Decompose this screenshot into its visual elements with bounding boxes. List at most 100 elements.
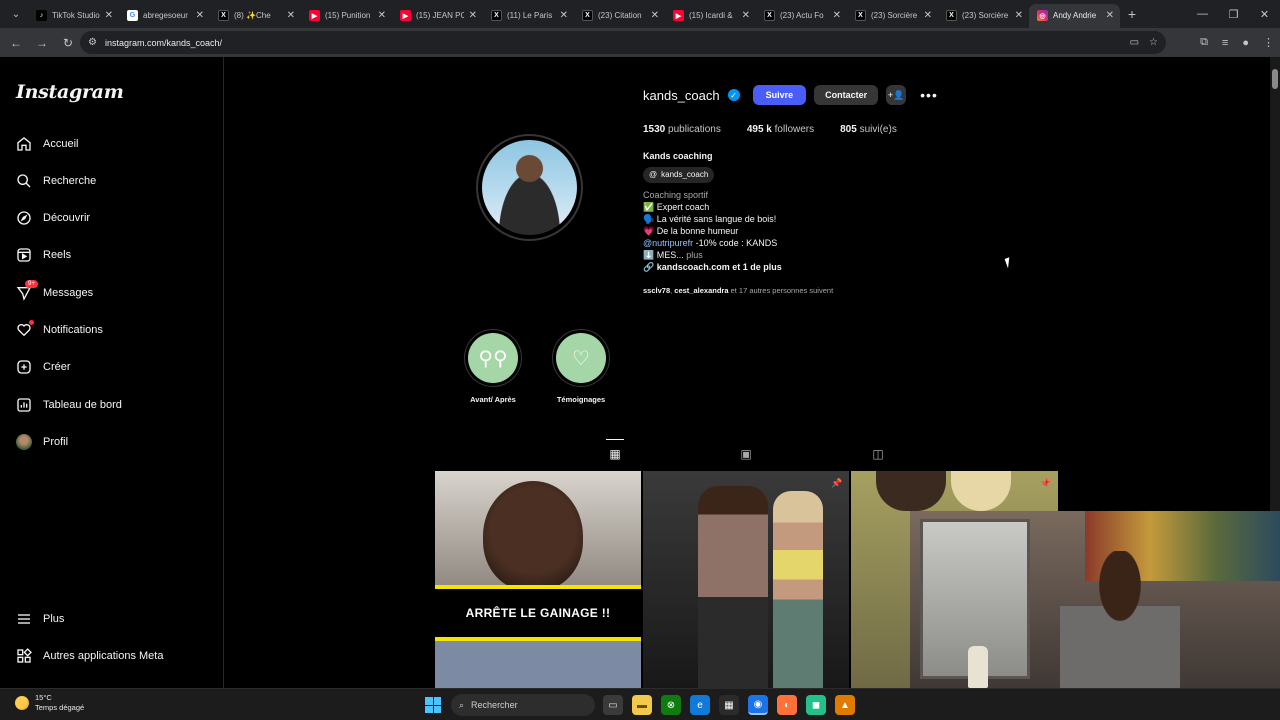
more-options-icon[interactable]: •••	[920, 87, 938, 103]
close-window-icon[interactable]: ✕	[1249, 0, 1280, 28]
sidebar-item-tableau-de-bord[interactable]: Tableau de bord	[16, 393, 122, 417]
xbox-icon[interactable]: ⊗	[661, 695, 681, 715]
follow-button[interactable]: Suivre	[752, 85, 807, 105]
sidebar-item-accueil[interactable]: Accueil	[16, 132, 78, 156]
minimize-icon[interactable]: —	[1187, 0, 1218, 28]
tab-search-icon[interactable]: ⌄	[4, 3, 28, 25]
close-tab-icon[interactable]: ✕	[469, 10, 477, 21]
browser-tab[interactable]: ▶ (15) JEAN PC ✕	[392, 4, 483, 28]
forward-icon[interactable]: →	[30, 31, 54, 55]
profile-stats: 1530 publications 495 k followers 805 su…	[643, 124, 897, 135]
taskbar-search[interactable]: ⌕ Rechercher	[451, 694, 595, 716]
browser-tab[interactable]: X (23) Citation ✕	[574, 4, 665, 28]
close-tab-icon[interactable]: ✕	[924, 10, 932, 21]
followed-by[interactable]: ssclv78, cest_alexandra et 17 autres per…	[643, 286, 833, 295]
firefox-icon[interactable]: ◐	[777, 695, 797, 715]
browser-tab[interactable]: ▶ (15) Punition ✕	[301, 4, 392, 28]
youtube-icon: ▶	[673, 10, 684, 21]
plus-square-icon	[16, 359, 32, 375]
file-explorer-icon[interactable]: ▬	[632, 695, 652, 715]
meta-apps-icon	[16, 648, 32, 664]
messenger-icon: 9+	[16, 280, 38, 301]
close-tab-icon[interactable]: ✕	[105, 10, 113, 21]
close-tab-icon[interactable]: ✕	[287, 10, 295, 21]
bio-more-link[interactable]: plus	[684, 250, 703, 260]
profile-username: kands_coach	[643, 87, 720, 103]
post-tile[interactable]: ARRÊTE LE GAINAGE !!	[435, 471, 641, 688]
close-tab-icon[interactable]: ✕	[651, 10, 659, 21]
store-icon[interactable]: ▦	[719, 695, 739, 715]
profile-tabs: ▦ ▣ ◫	[435, 439, 1058, 468]
search-icon	[16, 173, 32, 189]
browser-tab[interactable]: ♪ TikTok Studio ✕	[28, 4, 119, 28]
browser-tab[interactable]: ▶ (15) Icardi & ✕	[665, 4, 756, 28]
profile-picture[interactable]	[476, 134, 583, 241]
tab-tagged-icon[interactable]: ◫	[870, 446, 886, 462]
browser-tab[interactable]: X (23) Sorcière ✕	[938, 4, 1029, 28]
browser-tab-active[interactable]: ◎ Andy Andrie ✕	[1029, 3, 1120, 28]
url-text: instagram.com/kands_coach/	[104, 37, 223, 48]
task-view-icon[interactable]: ▭	[603, 695, 623, 715]
close-tab-icon[interactable]: ✕	[833, 10, 841, 21]
story-highlight[interactable]: ⚲⚲ Avant/ Après	[463, 329, 523, 404]
suggest-user-icon[interactable]: +👤	[886, 85, 907, 105]
following-count[interactable]: 805 suivi(e)s	[840, 124, 897, 135]
google-icon: G	[127, 10, 138, 21]
windows-start-icon[interactable]	[425, 697, 441, 713]
extensions-icon[interactable]: ⧉	[1200, 36, 1208, 49]
chat-heart-icon: ♡	[556, 333, 606, 383]
threads-badge[interactable]: @ kands_coach	[643, 167, 715, 183]
close-tab-icon[interactable]: ✕	[1106, 10, 1114, 21]
browser-tab[interactable]: X (23) Actu Fo ✕	[756, 4, 847, 28]
bookmark-star-icon[interactable]: ☆	[1149, 37, 1158, 48]
tab-reels-icon[interactable]: ▣	[738, 446, 754, 462]
sidebar-item-meta-apps[interactable]: Autres applications Meta	[16, 644, 163, 668]
contact-button[interactable]: Contacter	[814, 85, 879, 105]
close-tab-icon[interactable]: ✕	[196, 10, 204, 21]
browser-toolbar: ← → ↻ ⚙ instagram.com/kands_coach/ ▭ ☆ ⧉…	[0, 28, 1280, 57]
bio-line: ⬇️ MES... plus	[643, 250, 703, 260]
sidebar-item-creer[interactable]: Créer	[16, 355, 71, 379]
profile-icon[interactable]: ●	[1242, 37, 1249, 49]
chrome-icon[interactable]: ◉	[748, 695, 768, 715]
close-tab-icon[interactable]: ✕	[378, 10, 386, 21]
browser-tab[interactable]: X (23) Sorcière ✕	[847, 4, 938, 28]
reload-icon[interactable]: ↻	[56, 31, 80, 55]
followers-count[interactable]: 495 k followers	[747, 124, 814, 135]
browser-tab[interactable]: X (8) ✨Che ✕	[210, 4, 301, 28]
weather-widget[interactable]: 15°C Temps dégagé	[15, 693, 84, 713]
address-bar[interactable]: ⚙ instagram.com/kands_coach/ ▭ ☆	[80, 31, 1166, 54]
sidebar-item-plus[interactable]: Plus	[16, 607, 64, 631]
close-tab-icon[interactable]: ✕	[742, 10, 750, 21]
restore-icon[interactable]: ❐	[1218, 0, 1249, 28]
close-tab-icon[interactable]: ✕	[1015, 10, 1023, 21]
sidebar-item-messages[interactable]: 9+ Messages	[16, 280, 93, 305]
post-tile[interactable]: 📌	[643, 471, 849, 688]
media-icon[interactable]: ≡	[1222, 37, 1228, 49]
story-highlight[interactable]: ♡ Témoignages	[551, 329, 611, 404]
browser-tab[interactable]: Gabregesoeur ✕	[119, 4, 210, 28]
site-info-icon[interactable]: ⚙	[88, 37, 97, 48]
tiktok-icon: ♪	[36, 10, 47, 21]
cast-icon[interactable]: ▭	[1130, 37, 1139, 48]
tab-posts-grid-icon[interactable]: ▦	[607, 446, 623, 462]
browser-menu-icon[interactable]: ⋮	[1263, 36, 1274, 49]
sidebar-item-profil[interactable]: Profil	[16, 430, 68, 454]
close-tab-icon[interactable]: ✕	[560, 10, 568, 21]
external-link[interactable]: 🔗 kandscoach.com et 1 de plus	[643, 261, 782, 273]
threads-icon: @	[649, 170, 658, 179]
app-icon[interactable]: ◼	[806, 695, 826, 715]
new-tab-icon[interactable]: +	[1120, 6, 1144, 22]
youtube-icon: ▶	[309, 10, 320, 21]
sidebar-item-reels[interactable]: Reels	[16, 243, 71, 267]
posts-count: 1530 publications	[643, 124, 721, 135]
mention-link[interactable]: @nutripurefr	[643, 238, 693, 248]
back-icon[interactable]: ←	[4, 31, 28, 55]
sidebar-item-decouvrir[interactable]: Découvrir	[16, 206, 90, 230]
vlc-icon[interactable]: ▲	[835, 695, 855, 715]
sidebar-item-recherche[interactable]: Recherche	[16, 169, 96, 193]
sidebar-item-notifications[interactable]: Notifications	[16, 318, 103, 342]
instagram-logo[interactable]: Instagram	[16, 81, 124, 103]
browser-tab[interactable]: X (11) Le Paris ✕	[483, 4, 574, 28]
edge-icon[interactable]: e	[690, 695, 710, 715]
